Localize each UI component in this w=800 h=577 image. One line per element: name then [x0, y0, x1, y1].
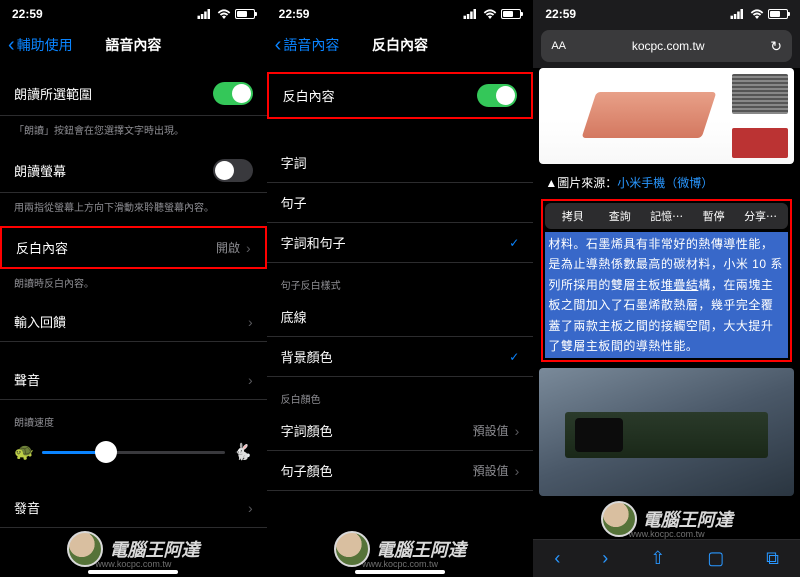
row-highlight-toggle[interactable]: 反白內容 — [267, 72, 534, 119]
wifi-icon — [217, 9, 231, 19]
cellular-icon — [197, 9, 213, 19]
cellular-icon — [463, 9, 479, 19]
back-button[interactable]: ‹語音內容 — [275, 35, 340, 55]
settings-content: 反白內容 字詞 句子 字詞和句子 ✓ 句子反白樣式 底線 背景顏色 ✓ 反白顏 — [267, 62, 534, 559]
url-bar[interactable]: AA kocpc.com.tw ↻ — [541, 30, 792, 62]
nav-bar: ‹輔助使用 語音內容 — [0, 28, 267, 62]
footer-speak-selection: 「朗讀」按鈕會在您選擇文字時出現。 — [0, 116, 267, 149]
bookmarks-icon[interactable]: ▢ — [707, 548, 724, 569]
row-voice[interactable]: 聲音 › — [0, 360, 267, 400]
menu-share[interactable]: 分享⋯ — [737, 208, 784, 224]
menu-lookup[interactable]: 查詢 — [596, 208, 643, 224]
rate-slider[interactable] — [42, 451, 225, 454]
nav-bar: ‹語音內容 反白內容 — [267, 28, 534, 62]
toggle-speak-selection[interactable] — [213, 82, 253, 105]
section-rate: 朗讀速度 — [0, 400, 267, 434]
phone-screen-2: 22:59 ‹語音內容 反白內容 反白內容 字詞 句子 — [267, 0, 534, 577]
inline-link[interactable]: 堆疊結 — [661, 278, 699, 292]
settings-content: 朗讀所選範圍 「朗讀」按鈕會在您選擇文字時出現。 朗讀螢幕 用兩指從螢幕上方向下… — [0, 62, 267, 559]
home-indicator[interactable] — [355, 570, 445, 574]
status-indicators — [730, 9, 788, 19]
nav-title: 反白內容 — [372, 35, 428, 55]
forward-icon[interactable]: › — [602, 548, 608, 569]
caption-link[interactable]: 小米手機（微博） — [617, 176, 713, 190]
status-indicators — [197, 9, 255, 19]
chevron-right-icon: › — [515, 423, 520, 439]
chevron-left-icon: ‹ — [8, 35, 15, 55]
menu-remember[interactable]: 記憶⋯ — [643, 208, 690, 224]
checkmark-icon: ✓ — [509, 236, 519, 250]
phone-screen-1: 22:59 ‹輔助使用 語音內容 朗讀所選範圍 「朗讀」按鈕會在您選擇文字時出現… — [0, 0, 267, 577]
status-time: 22:59 — [279, 7, 310, 21]
row-speak-selection[interactable]: 朗讀所選範圍 — [0, 72, 267, 116]
chevron-right-icon: › — [248, 314, 253, 330]
row-pronunciation[interactable]: 發音 › — [0, 488, 267, 528]
battery-icon — [501, 9, 521, 19]
status-time: 22:59 — [12, 7, 43, 21]
toggle-speak-screen[interactable] — [213, 159, 253, 182]
selection-highlight-box: 拷貝 查詢 記憶⋯ 暫停 分享⋯ 材料。石墨烯具有非常好的熱傳導性能，是為止導熱… — [541, 199, 792, 362]
wifi-icon — [483, 9, 497, 19]
image-caption: ▲圖片來源：小米手機（微博） — [539, 170, 794, 199]
menu-copy[interactable]: 拷貝 — [549, 208, 596, 224]
article-image-2 — [539, 368, 794, 496]
chevron-right-icon: › — [515, 463, 520, 479]
status-bar: 22:59 — [267, 0, 534, 28]
home-indicator[interactable] — [88, 570, 178, 574]
row-speaking-rate: 🐢 🐇 — [0, 434, 267, 474]
rabbit-icon: 🐇 — [233, 442, 253, 462]
chevron-right-icon: › — [248, 500, 253, 516]
reader-aa-icon[interactable]: AA — [551, 40, 566, 52]
text-selection-menu: 拷貝 查詢 記憶⋯ 暫停 分享⋯ — [545, 203, 788, 229]
toggle-highlight[interactable] — [477, 84, 517, 107]
wifi-icon — [750, 9, 764, 19]
web-content[interactable]: ▲圖片來源：小米手機（微博） 拷貝 查詢 記憶⋯ 暫停 分享⋯ 材料。石墨烯具有… — [533, 68, 800, 539]
footer-highlight: 朗讀時反白內容。 — [0, 269, 267, 302]
browser-toolbar: ‹ › ⇧ ▢ ⧉ — [533, 539, 800, 577]
checkmark-icon: ✓ — [509, 350, 519, 364]
row-word-color[interactable]: 字詞顏色 預設值› — [267, 411, 534, 451]
row-sentence-color[interactable]: 句子顏色 預設值› — [267, 451, 534, 491]
section-sentence-style: 句子反白樣式 — [267, 263, 534, 297]
battery-icon — [768, 9, 788, 19]
nav-title: 語音內容 — [105, 35, 161, 55]
battery-icon — [235, 9, 255, 19]
row-underline[interactable]: 底線 — [267, 297, 534, 337]
status-bar: 22:59 — [533, 0, 800, 28]
row-highlight-content[interactable]: 反白內容 開啟› — [0, 226, 267, 269]
back-button[interactable]: ‹輔助使用 — [8, 35, 73, 55]
status-indicators — [463, 9, 521, 19]
status-time: 22:59 — [545, 7, 576, 21]
turtle-icon: 🐢 — [14, 442, 34, 462]
article-image-1 — [539, 68, 794, 164]
reload-icon[interactable]: ↻ — [770, 38, 782, 55]
row-words-sentences[interactable]: 字詞和句子 ✓ — [267, 223, 534, 263]
row-words[interactable]: 字詞 — [267, 143, 534, 183]
menu-pause[interactable]: 暫停 — [690, 208, 737, 224]
url-text: kocpc.com.tw — [632, 39, 705, 53]
back-icon[interactable]: ‹ — [554, 548, 560, 569]
row-typing-feedback[interactable]: 輸入回饋 › — [0, 302, 267, 342]
cellular-icon — [730, 9, 746, 19]
row-sentences[interactable]: 句子 — [267, 183, 534, 223]
share-icon[interactable]: ⇧ — [650, 548, 665, 569]
tabs-icon[interactable]: ⧉ — [766, 548, 779, 569]
selected-text[interactable]: 材料。石墨烯具有非常好的熱傳導性能，是為止導熱係數最高的碳材料，小米 10 系列… — [545, 232, 788, 358]
status-bar: 22:59 — [0, 0, 267, 28]
chevron-left-icon: ‹ — [275, 35, 282, 55]
phone-screen-3: 22:59 AA kocpc.com.tw ↻ ▲圖片來源：小米手機（微博） 拷… — [533, 0, 800, 577]
row-speak-screen[interactable]: 朗讀螢幕 — [0, 149, 267, 193]
footer-speak-screen: 用兩指從螢幕上方向下滑動來聆聽螢幕內容。 — [0, 193, 267, 226]
chevron-right-icon: › — [248, 372, 253, 388]
row-bgcolor[interactable]: 背景顏色 ✓ — [267, 337, 534, 377]
chevron-right-icon: › — [246, 240, 251, 256]
section-highlight-color: 反白顏色 — [267, 377, 534, 411]
